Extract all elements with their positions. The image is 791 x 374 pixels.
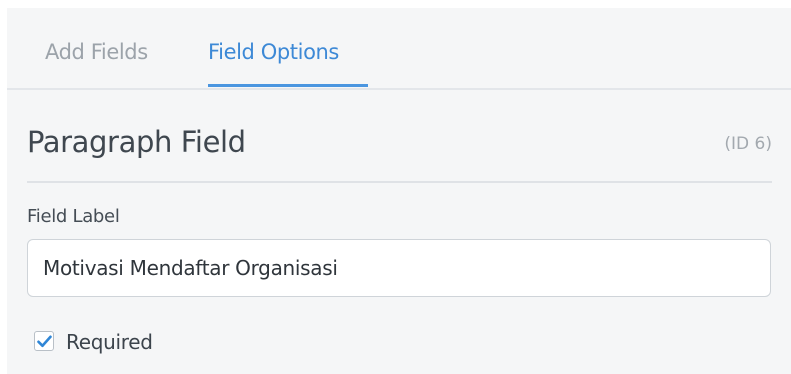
field-label-caption: Field Label — [27, 206, 120, 227]
tab-add-fields[interactable]: Add Fields — [45, 39, 148, 65]
tab-bar: Add Fields Field Options — [7, 8, 791, 90]
active-tab-indicator — [208, 84, 368, 87]
tab-field-options[interactable]: Field Options — [208, 39, 339, 65]
required-checkbox[interactable] — [34, 331, 54, 351]
checkmark-icon — [37, 335, 52, 348]
field-id-label: (ID 6) — [724, 134, 772, 154]
field-type-title: Paragraph Field — [27, 125, 246, 159]
field-options-panel: Add Fields Field Options Paragraph Field… — [7, 8, 791, 374]
field-label-input[interactable] — [27, 239, 771, 297]
section-divider — [27, 181, 772, 183]
required-label: Required — [66, 330, 153, 354]
